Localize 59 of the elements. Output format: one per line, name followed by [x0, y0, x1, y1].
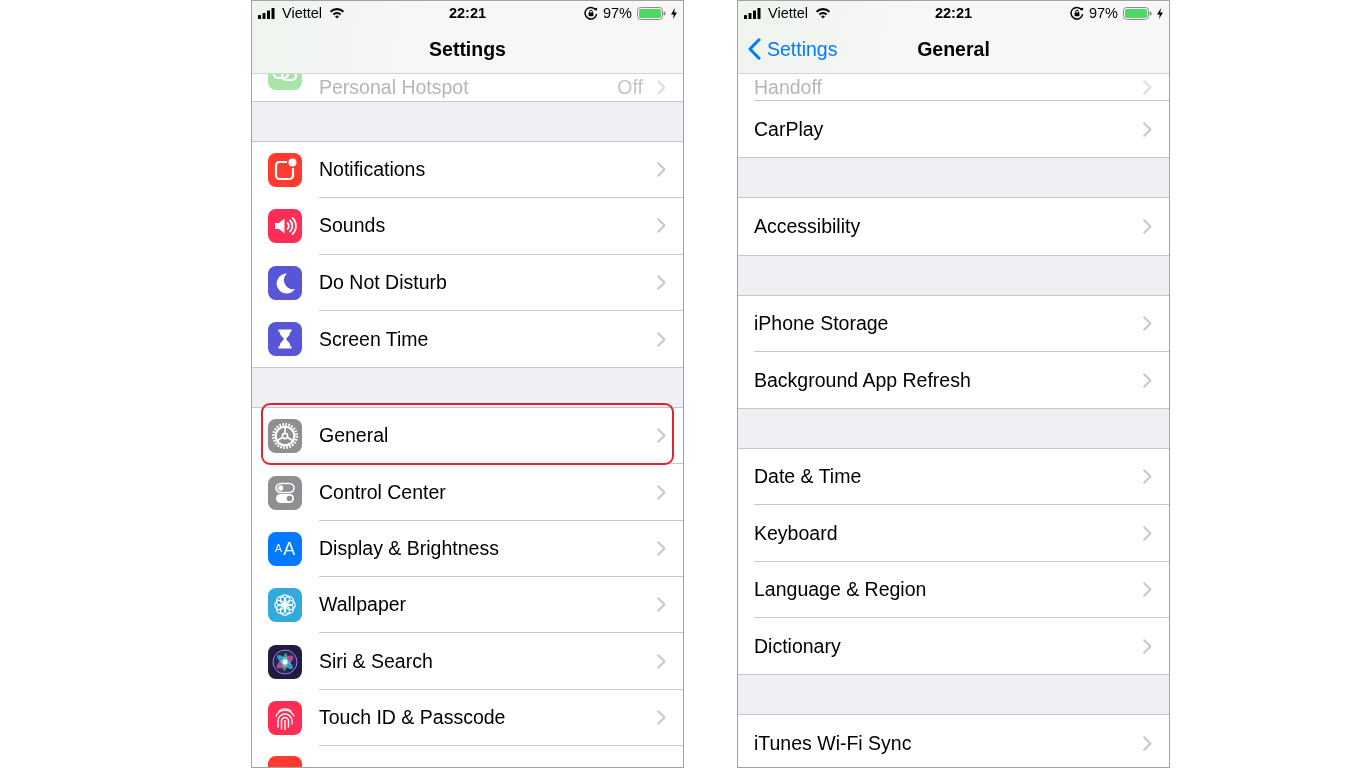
chevron-right-icon [657, 597, 666, 613]
settings-row[interactable]: Language & Region [738, 561, 1169, 619]
chevron-right-icon [657, 274, 666, 290]
signal-icon [258, 7, 275, 19]
carrier-name: Viettel [768, 5, 809, 21]
back-button[interactable]: Settings [748, 37, 838, 61]
wifi-icon [815, 7, 832, 19]
chevron-right-icon [1143, 525, 1152, 541]
chevron-right-icon [657, 162, 666, 178]
chevron-right-icon [1143, 218, 1152, 234]
carrier-name: Viettel [282, 5, 323, 21]
settings-row[interactable]: General [252, 408, 683, 465]
settings-row[interactable]: iTunes Wi-Fi Sync [738, 715, 1169, 767]
settings-row[interactable]: Notifications [252, 142, 683, 199]
chevron-right-icon [657, 709, 666, 725]
battery-icon [637, 6, 666, 20]
settings-row[interactable]: Control Center [252, 464, 683, 521]
chevron-right-icon [657, 540, 666, 556]
chevron-right-icon [657, 428, 666, 444]
chevron-right-icon [1143, 469, 1152, 485]
clock-time: 22:21 [448, 5, 487, 21]
chevron-right-icon [1143, 736, 1152, 751]
settings-row[interactable]: Sounds [252, 198, 683, 255]
charging-bolt-icon [671, 7, 677, 19]
chevron-right-icon [1143, 315, 1152, 331]
settings-row[interactable]: Date & Time [738, 449, 1169, 506]
chevron-right-icon [657, 484, 666, 500]
settings-row[interactable]: iPhone Storage [738, 295, 1169, 352]
settings-row[interactable]: Accessibility [738, 198, 1169, 255]
settings-row[interactable]: Screen Time [252, 310, 683, 368]
chevron-right-icon [1143, 121, 1152, 137]
rotation-lock-icon [583, 6, 598, 20]
chevron-left-icon [748, 38, 761, 60]
chevron-right-icon [1143, 79, 1152, 95]
chevron-right-icon [657, 218, 666, 234]
settings-row[interactable]: Siri & Search [252, 633, 683, 690]
battery-percentage: 97% [602, 5, 632, 21]
rotation-lock-icon [1069, 6, 1084, 20]
settings-row[interactable]: CarPlay [738, 101, 1169, 158]
battery-icon [1123, 6, 1152, 20]
settings-row[interactable]: Do Not Disturb [252, 254, 683, 311]
chevron-right-icon [1143, 581, 1152, 597]
chevron-right-icon [657, 331, 666, 347]
settings-row[interactable]: Dictionary [738, 618, 1169, 675]
chevron-right-icon [657, 653, 666, 669]
signal-icon [744, 7, 761, 19]
screen-title: General [917, 37, 990, 61]
settings-row[interactable]: Background App Refresh [738, 351, 1169, 409]
settings-row[interactable]: Wallpaper [252, 577, 683, 634]
battery-percentage: 97% [1088, 5, 1118, 21]
screen-title: Settings [429, 37, 506, 61]
chevron-right-icon [1143, 638, 1152, 654]
settings-row[interactable]: Keyboard [738, 505, 1169, 562]
wifi-icon [329, 7, 346, 19]
charging-bolt-icon [1157, 7, 1163, 19]
settings-row[interactable]: Touch ID & Passcode [252, 689, 683, 746]
clock-time: 22:21 [934, 5, 973, 21]
chevron-right-icon [657, 80, 666, 95]
chevron-right-icon [1143, 372, 1152, 388]
